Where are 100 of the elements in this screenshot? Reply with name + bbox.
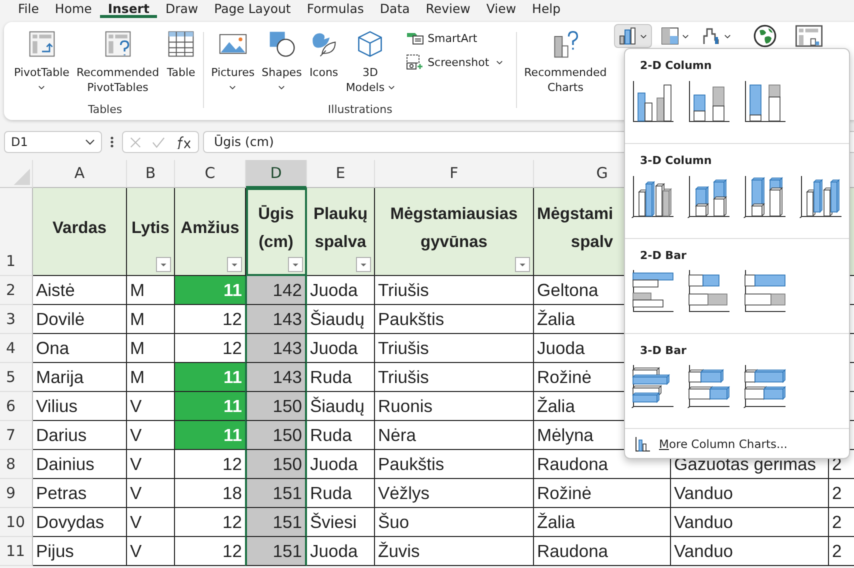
caret-icon [640, 34, 647, 38]
column-chart-icon[interactable] [687, 174, 731, 218]
bar-chart-icon[interactable] [631, 269, 675, 313]
ribbon-button[interactable]: Recommended PivotTables [74, 28, 162, 102]
menu-tab[interactable]: View [478, 0, 524, 18]
check-icon[interactable] [152, 136, 165, 148]
column-chart-icon [635, 436, 651, 452]
ribbon-button[interactable]: Screenshot [404, 52, 506, 72]
header-text: Ūgis (cm) [258, 204, 294, 252]
table-cell: 11 [175, 421, 246, 450]
ribbon-button[interactable]: Icons [306, 28, 341, 102]
ribbon-button[interactable]: Pictures [209, 28, 257, 102]
header-text: Lytis [132, 218, 170, 238]
row-header[interactable]: 2 [0, 276, 33, 305]
menu-tab[interactable]: Insert [100, 0, 158, 18]
row-header[interactable]: 4 [0, 334, 33, 363]
row-header[interactable]: 7 [0, 421, 33, 450]
table-cell: Šiaudų [307, 392, 375, 421]
column-header[interactable]: D [246, 160, 307, 188]
row-header[interactable]: 5 [0, 363, 33, 392]
filter-dropdown-icon[interactable] [156, 257, 171, 272]
column-header[interactable]: B [127, 160, 175, 188]
menu-tab[interactable]: Draw [157, 0, 206, 18]
table-cell: 11 [175, 276, 246, 305]
table-cell: Juoda [307, 334, 375, 363]
ribbon-button[interactable]: Recommended Charts [522, 28, 609, 120]
table-cell: 2 [829, 508, 854, 537]
table-cell: Šiaudų [307, 305, 375, 334]
table-cell: 2 [829, 479, 854, 508]
ribbon-button[interactable]: PivotTable [12, 28, 72, 102]
section-title: 2-D Column [640, 59, 713, 74]
caret-icon [724, 34, 731, 38]
table-cell: V [127, 450, 175, 479]
more-icon [110, 135, 114, 149]
ribbon-button[interactable]: Table [164, 28, 198, 102]
ribbon-button[interactable]: SmartArt [404, 28, 506, 48]
table-cell: 150 [245, 392, 307, 421]
column-chart-icon[interactable] [743, 174, 787, 218]
table-cell: Vanduo [671, 537, 829, 566]
column-chart-icon[interactable] [631, 79, 675, 123]
table-cell: Raudona [534, 537, 671, 566]
menu-tab[interactable]: Page Layout [206, 0, 299, 18]
chart-type-button[interactable] [614, 24, 652, 48]
column-chart-icon[interactable] [799, 174, 843, 218]
row-header[interactable]: 1 [0, 188, 33, 276]
row-header[interactable]: 3 [0, 305, 33, 334]
bar-chart-icon[interactable] [743, 269, 787, 313]
filter-dropdown-icon[interactable] [356, 257, 371, 272]
bar-chart-icon[interactable] [631, 364, 675, 408]
column-chart-icon[interactable] [631, 174, 675, 218]
bar-chart-icon[interactable] [687, 364, 731, 408]
table-cell: 143 [245, 334, 307, 363]
column-header[interactable]: F [375, 160, 534, 188]
waterfall-chart-icon [702, 27, 721, 45]
ribbon-button[interactable]: 3D Models [344, 28, 397, 102]
table-cell: Marija [33, 363, 127, 392]
table-cell: 151 [245, 479, 307, 508]
table-cell: Žalia [534, 508, 671, 537]
column-chart-icon[interactable] [743, 79, 787, 123]
column-header[interactable]: A [33, 160, 127, 188]
menu-tab[interactable]: File [10, 0, 47, 18]
filter-dropdown-icon[interactable] [227, 257, 242, 272]
table-cell: Šviesi [307, 508, 375, 537]
pivot-table-icon [26, 29, 57, 59]
filter-dropdown-icon[interactable] [288, 257, 303, 272]
row-header[interactable]: 8 [0, 450, 33, 479]
menu-tab[interactable]: Formulas [298, 0, 372, 18]
row-header[interactable]: 10 [0, 508, 33, 537]
menu-tab[interactable]: Review [418, 0, 478, 18]
row-header[interactable]: 11 [0, 537, 33, 566]
table-cell: Vanduo [671, 479, 829, 508]
table-cell: Dovilė [33, 305, 127, 334]
table-cell: Ona [33, 334, 127, 363]
menu-tab[interactable]: Data [372, 0, 418, 18]
menu-tab[interactable]: Home [46, 0, 100, 18]
section-title: 2-D Bar [640, 249, 688, 264]
column-chart-icon[interactable] [687, 79, 731, 123]
bar-chart-icon[interactable] [743, 364, 787, 408]
table-cell: 151 [245, 508, 307, 537]
header-text: Mėgstamiausias gyvūnas [390, 204, 518, 252]
header-text: Vardas [52, 218, 107, 238]
function-icon[interactable] [175, 136, 192, 148]
table-cell: Aistė [33, 276, 127, 305]
column-header[interactable]: C [175, 160, 246, 188]
ribbon-button[interactable]: Shapes [260, 28, 304, 102]
table-cell: 143 [245, 305, 307, 334]
table-cell: 2 [829, 537, 854, 566]
bar-chart-icon[interactable] [687, 269, 731, 313]
table-cell: Ruonis [375, 392, 534, 421]
row-header[interactable]: 9 [0, 479, 33, 508]
row-header[interactable]: 6 [0, 392, 33, 421]
treemap-chart-icon [660, 27, 679, 45]
name-box[interactable]: D1 [4, 131, 102, 153]
column-header[interactable]: E [307, 160, 375, 188]
filter-dropdown-icon[interactable] [515, 257, 530, 272]
table-cell: 150 [245, 421, 307, 450]
table-cell: Ruda [307, 479, 375, 508]
menu-tab[interactable]: Help [524, 0, 569, 18]
table-cell: Petras [33, 479, 127, 508]
table-cell: Paukštis [375, 305, 534, 334]
